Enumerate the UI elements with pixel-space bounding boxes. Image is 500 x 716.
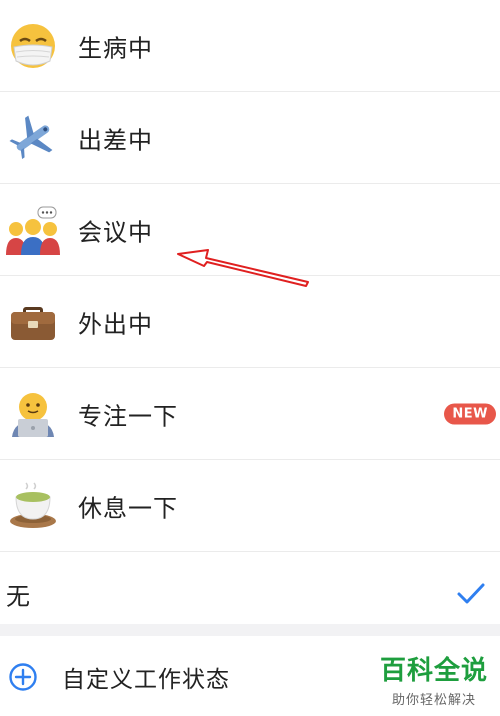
status-label-rest: 休息一下 [78,494,178,522]
status-list: 生病中 出差中 会议中 外出中 专注一下 NEW 休息一下 无 [0,0,500,636]
status-label-none: 无 [6,582,31,610]
status-item-meeting[interactable]: 会议中 [0,184,500,276]
meeting-people-icon [6,203,60,257]
new-badge: NEW [444,403,496,424]
briefcase-icon [6,295,60,349]
watermark-subtitle: 助你轻松解决 [391,693,476,708]
status-item-focus[interactable]: 专注一下 NEW [0,368,500,460]
tea-cup-icon [6,479,60,533]
status-label-sick: 生病中 [78,34,153,62]
mask-face-icon [6,19,60,73]
section-divider [0,624,500,636]
status-label-business-trip: 出差中 [78,126,153,154]
checkmark-icon [457,583,485,603]
status-label-meeting: 会议中 [78,218,153,246]
status-label-out: 外出中 [78,310,153,338]
status-item-sick[interactable]: 生病中 [0,0,500,92]
laptop-person-icon [6,387,60,441]
status-item-out[interactable]: 外出中 [0,276,500,368]
custom-status-label: 自定义工作状态 [62,667,230,693]
airplane-icon [6,111,60,165]
watermark-logo: 百科全说 助你轻松解决 [380,650,488,708]
watermark-title: 百科全说 [379,656,488,686]
status-label-focus: 专注一下 [78,402,178,430]
status-item-business-trip[interactable]: 出差中 [0,92,500,184]
plus-circle-icon [9,663,37,691]
status-item-rest[interactable]: 休息一下 [0,460,500,552]
